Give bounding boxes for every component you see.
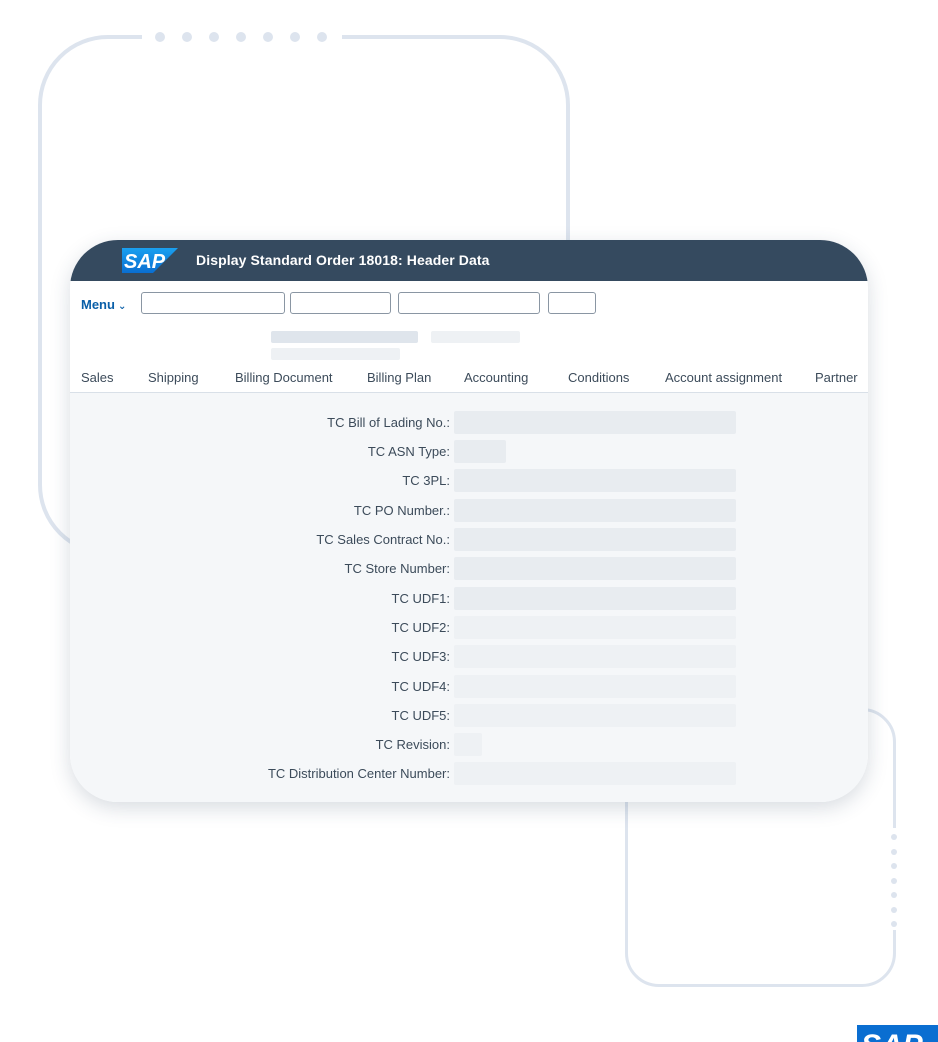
window-title: Display Standard Order 18018: Header Dat… — [196, 252, 490, 268]
form-row: TC 3PL: — [70, 469, 868, 493]
udf5-field[interactable] — [454, 704, 736, 727]
svg-text:SAP: SAP — [124, 251, 166, 273]
3pl-field[interactable] — [454, 469, 736, 492]
form-row: TC UDF2: — [70, 616, 868, 640]
field-label: TC Distribution Center Number: — [267, 766, 450, 781]
toolbar-button-3[interactable] — [398, 292, 540, 314]
sap-logo-icon: SAP — [122, 248, 178, 273]
tab-conditions[interactable]: Conditions — [568, 370, 629, 385]
form-row: TC UDF1: — [70, 587, 868, 611]
sales-contract-field[interactable] — [454, 528, 736, 551]
field-label: TC Bill of Lading No.: — [327, 415, 450, 430]
chevron-down-icon: ⌄ — [117, 301, 127, 312]
toolbar: Menu ⌄ — [70, 281, 868, 327]
field-label: TC UDF5: — [391, 708, 451, 723]
decorative-dots-vertical — [891, 834, 897, 927]
form-row: TC UDF4: — [70, 675, 868, 699]
form-row: TC Store Number: — [70, 557, 868, 581]
form-row: TC UDF3: — [70, 645, 868, 669]
field-label: TC UDF3: — [391, 649, 451, 664]
field-label: TC PO Number.: — [353, 503, 450, 518]
form-row: TC PO Number.: — [70, 499, 868, 523]
udf1-field[interactable] — [454, 587, 736, 610]
field-label: TC UDF4: — [391, 679, 451, 694]
asn-type-field[interactable] — [454, 440, 506, 463]
toolbar-button-4[interactable] — [548, 292, 596, 314]
field-label: TC 3PL: — [402, 473, 450, 488]
tab-partner[interactable]: Partner — [815, 370, 858, 385]
shell-header: SAP Display Standard Order 18018: Header… — [70, 240, 868, 281]
tab-shipping[interactable]: Shipping — [148, 370, 199, 385]
udf3-field[interactable] — [454, 645, 736, 668]
skeleton-line — [271, 348, 400, 360]
skeleton-line — [271, 331, 418, 343]
po-number-field[interactable] — [454, 499, 736, 522]
menu-button[interactable]: Menu ⌄ — [81, 297, 126, 312]
store-number-field[interactable] — [454, 557, 736, 580]
tab-billing-document[interactable]: Billing Document — [235, 370, 333, 385]
field-label: TC UDF1: — [391, 591, 451, 606]
revision-field[interactable] — [454, 733, 482, 756]
distribution-center-field[interactable] — [454, 762, 736, 785]
form-row: TC Bill of Lading No.: — [70, 411, 868, 435]
header-data-form: TC Bill of Lading No.: TC ASN Type: TC 3… — [70, 393, 868, 802]
toolbar-button-2[interactable] — [290, 292, 391, 314]
tab-billing-plan[interactable]: Billing Plan — [367, 370, 431, 385]
form-row: TC Sales Contract No.: — [70, 528, 868, 552]
tab-bar: Sales Shipping Billing Document Billing … — [70, 368, 868, 395]
sap-corner-logo-icon: SAP — [857, 1025, 938, 1042]
svg-text:SAP: SAP — [861, 1029, 924, 1042]
form-row: TC Distribution Center Number: — [70, 762, 868, 786]
field-label: TC UDF2: — [391, 620, 451, 635]
form-row: TC ASN Type: — [70, 440, 868, 464]
tab-account-assignment[interactable]: Account assignment — [665, 370, 782, 385]
bill-of-lading-field[interactable] — [454, 411, 736, 434]
skeleton-line — [431, 331, 520, 343]
form-row: TC UDF5: — [70, 704, 868, 728]
field-label: TC Store Number: — [344, 561, 450, 576]
sap-window: SAP Display Standard Order 18018: Header… — [70, 240, 868, 802]
tab-accounting[interactable]: Accounting — [464, 370, 528, 385]
udf2-field[interactable] — [454, 616, 736, 639]
form-row: TC Revision: — [70, 733, 868, 757]
toolbar-button-1[interactable] — [141, 292, 285, 314]
udf4-field[interactable] — [454, 675, 736, 698]
decorative-dots-horizontal — [155, 32, 327, 42]
tab-sales[interactable]: Sales — [81, 370, 114, 385]
field-label: TC ASN Type: — [367, 444, 450, 459]
field-label: TC Revision: — [375, 737, 450, 752]
field-label: TC Sales Contract No.: — [316, 532, 450, 547]
menu-label: Menu — [81, 297, 115, 312]
